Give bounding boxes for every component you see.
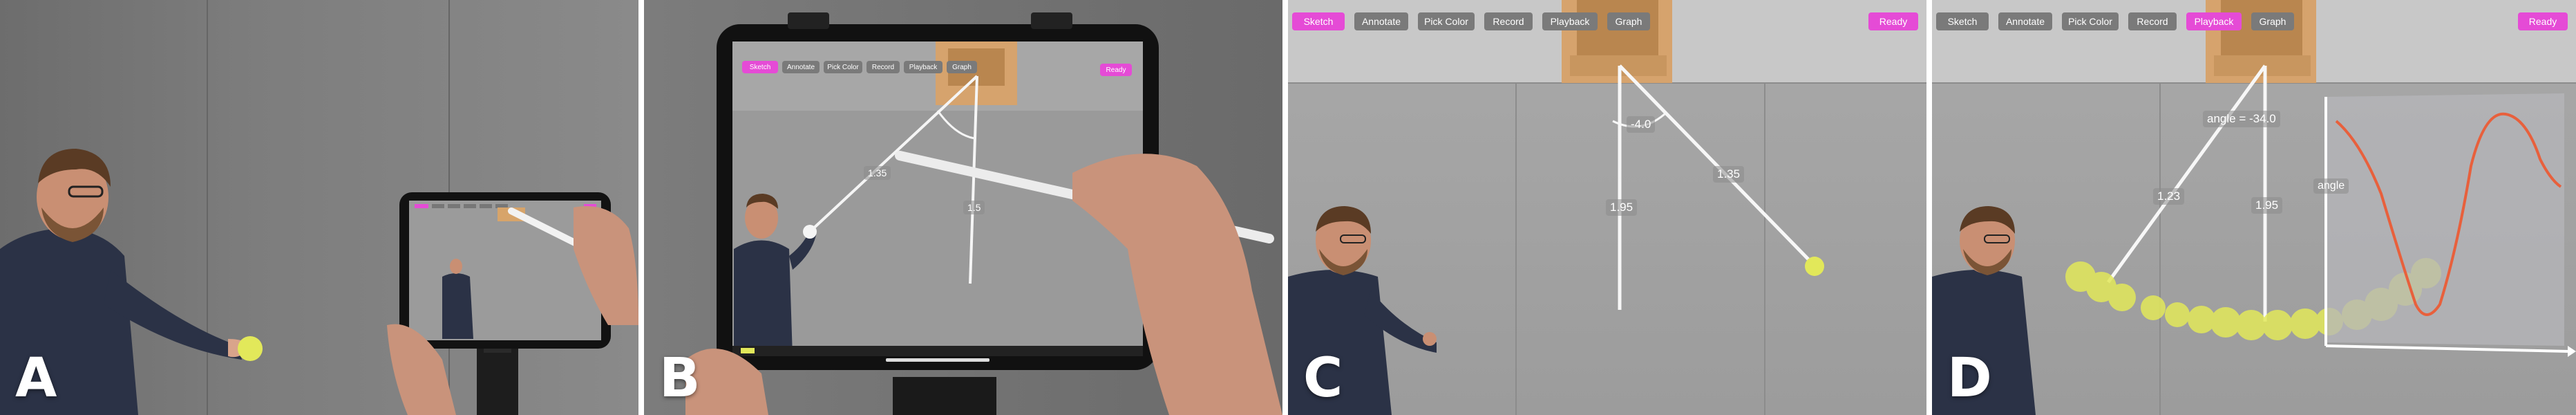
tripod <box>893 377 996 415</box>
tripod <box>477 339 518 415</box>
ready-button[interactable]: Ready <box>1100 64 1132 76</box>
tool-graph-button[interactable]: Graph <box>947 61 977 73</box>
ball-trail-point <box>2165 302 2190 327</box>
ready-button[interactable]: Ready <box>2518 12 2568 30</box>
app-toolbar: Sketch Annotate Pick Color Record Playba… <box>1936 12 2294 30</box>
graph-axis-label: angle <box>2313 178 2349 194</box>
angle-label: -4.0 <box>1627 116 1656 133</box>
tool-pick-color-button[interactable]: Pick Color <box>824 61 862 73</box>
app-toolbar: Sketch Annotate Pick Color Record Playba… <box>742 61 977 73</box>
tool-sketch-button[interactable]: Sketch <box>1936 12 1989 30</box>
panel-c: Sketch Annotate Pick Color Record Playba… <box>1288 0 1926 415</box>
angle-graph <box>2324 93 2576 357</box>
pendulum-sketch-line <box>2106 64 2267 284</box>
panel-letter: B <box>659 347 701 409</box>
tool-playback-button[interactable]: Playback <box>1542 12 1598 30</box>
person-figure <box>734 240 793 356</box>
tennis-ball <box>238 336 263 361</box>
panel-letter: D <box>1947 347 1992 409</box>
panel-separator <box>1926 0 1932 415</box>
angle-label: angle = -34.0 <box>2203 111 2280 127</box>
panel-a: A <box>0 0 638 415</box>
graph-x-axis <box>2325 344 2568 353</box>
panel-separator <box>638 0 644 415</box>
tablet-clamp <box>788 12 829 29</box>
tool-annotate-button[interactable]: Annotate <box>1354 12 1408 30</box>
tool-record-button[interactable]: Record <box>1484 12 1533 30</box>
tennis-ball <box>1805 257 1824 276</box>
length-measure-label: 1.23 <box>2153 188 2185 205</box>
length-measure-label: 1.35 <box>1713 166 1745 183</box>
panel-letter: C <box>1303 347 1343 409</box>
ready-button[interactable]: Ready <box>1868 12 1918 30</box>
length-measure-label: 1.95 <box>2251 197 2283 214</box>
ball-trail-point <box>2141 295 2166 320</box>
tool-annotate-button[interactable]: Annotate <box>782 61 820 73</box>
tool-pick-color-button[interactable]: Pick Color <box>1418 12 1475 30</box>
tool-graph-button[interactable]: Graph <box>1607 12 1650 30</box>
panel-separator <box>1282 0 1288 415</box>
ball-marker <box>803 225 817 239</box>
length-measure-label: 1.95 <box>1606 199 1638 216</box>
tool-playback-button[interactable]: Playback <box>904 61 943 73</box>
tool-pick-color-button[interactable]: Pick Color <box>2062 12 2119 30</box>
ball-trail-point <box>2108 284 2136 311</box>
ball-trail-point <box>2262 310 2293 340</box>
ball-trail-point <box>2236 310 2266 340</box>
panel-b: Sketch Annotate Pick Color Record Playba… <box>644 0 1282 415</box>
tool-record-button[interactable]: Record <box>866 61 900 73</box>
graph-x-axis-arrow <box>2568 346 2576 357</box>
length-measure-label: 1.5 <box>963 201 985 214</box>
scene-a <box>0 0 638 415</box>
figure-strip: A Sketch Annotate Pick Color Record Play… <box>0 0 2576 415</box>
tool-sketch-button[interactable]: Sketch <box>1292 12 1345 30</box>
tablet-clamp <box>1031 12 1072 29</box>
tool-playback-button[interactable]: Playback <box>2186 12 2242 30</box>
tool-annotate-button[interactable]: Annotate <box>1998 12 2052 30</box>
panel-letter: A <box>15 347 57 409</box>
app-toolbar: Sketch Annotate Pick Color Record Playba… <box>1292 12 1650 30</box>
panel-d: Sketch Annotate Pick Color Record Playba… <box>1932 0 2576 415</box>
tool-graph-button[interactable]: Graph <box>2251 12 2294 30</box>
length-measure-label: 1.35 <box>864 166 891 180</box>
tool-record-button[interactable]: Record <box>2128 12 2177 30</box>
pendulum-sketch-line <box>1618 64 1815 266</box>
tool-sketch-button[interactable]: Sketch <box>742 61 778 73</box>
